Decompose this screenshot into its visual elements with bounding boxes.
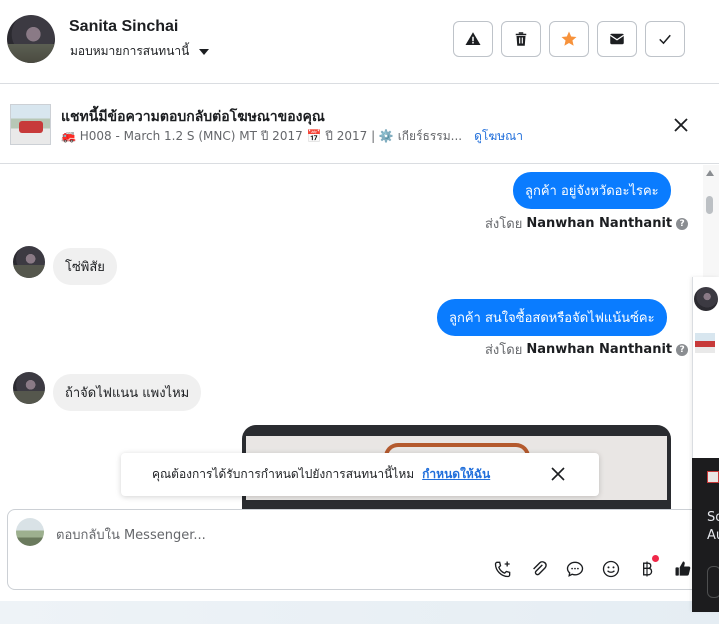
- close-icon: [674, 118, 688, 132]
- incoming-message[interactable]: ถ้าจัดไฟแนน แพงไหม: [53, 374, 202, 411]
- emoji-button[interactable]: [599, 557, 623, 581]
- scrollbar-thumb[interactable]: [706, 196, 713, 214]
- phone-plus-icon: [494, 561, 511, 578]
- side-contact-avatar[interactable]: [694, 287, 718, 311]
- trash-icon: [515, 32, 527, 46]
- ad-banner-title: แชทนี้มีข้อความตอบกลับต่อโฆษณาของคุณ: [61, 109, 325, 125]
- contact-avatar-small: [13, 372, 45, 404]
- assign-label: มอบหมายการสนทนานี้: [70, 44, 190, 58]
- mark-done-button[interactable]: [645, 21, 685, 57]
- help-icon[interactable]: ?: [676, 343, 689, 356]
- outgoing-message[interactable]: ลูกค้า อยู่จังหวัดอะไรคะ: [513, 172, 671, 209]
- page-avatar: [16, 518, 44, 546]
- message-composer[interactable]: ตอบกลับใน Messenger...: [7, 509, 703, 590]
- sent-by-label: ส่งโดย Nanwhan Nanthanit ?: [485, 339, 689, 360]
- attachment-icon: [533, 561, 547, 576]
- outgoing-message[interactable]: ลูกค้า สนใจซื้อสดหรือจัดไฟแน้นซ์คะ: [437, 299, 667, 336]
- payment-button[interactable]: [635, 555, 659, 581]
- side-card-icon: [707, 471, 719, 483]
- ad-description: 🚒 H008 - March 1.2 S (MNC) MT ปี 2017 📅 …: [61, 129, 463, 143]
- side-card-text-1: So: [707, 510, 719, 525]
- thumbs-up-icon: [675, 561, 691, 576]
- sent-by-prefix: ส่งโดย: [485, 343, 523, 358]
- delete-button[interactable]: [501, 21, 541, 57]
- assign-to-me-link[interactable]: กำหนดให้ฉัน: [422, 465, 490, 484]
- side-ad-thumbnail[interactable]: [695, 333, 715, 353]
- emoji-icon: [602, 560, 620, 578]
- assign-prompt-toast: คุณต้องการได้รับการกำหนดไปยังการสนทนานี้…: [121, 453, 599, 496]
- assign-prompt-text: คุณต้องการได้รับการกำหนดไปยังการสนทนานี้…: [152, 467, 415, 481]
- page-footer-band: [0, 601, 719, 624]
- close-icon[interactable]: [550, 466, 566, 482]
- header-actions: [453, 21, 685, 57]
- sent-by-prefix: ส่งโดย: [485, 217, 523, 232]
- chevron-down-icon: [199, 48, 210, 55]
- chat-bubble-icon: [566, 561, 584, 577]
- reply-input[interactable]: ตอบกลับใน Messenger...: [56, 524, 206, 545]
- sent-by-label: ส่งโดย Nanwhan Nanthanit ?: [485, 213, 689, 234]
- saved-replies-button[interactable]: [563, 557, 587, 581]
- check-icon: [659, 34, 671, 45]
- mark-unread-button[interactable]: [597, 21, 637, 57]
- assign-conversation-dropdown[interactable]: มอบหมายการสนทนานี้: [70, 42, 210, 61]
- contact-avatar[interactable]: [7, 15, 55, 63]
- star-button[interactable]: [549, 21, 589, 57]
- side-card-text-2: Au: [707, 528, 719, 543]
- ad-thumbnail[interactable]: [10, 104, 51, 145]
- mail-icon: [609, 33, 625, 45]
- sender-name: Nanwhan Nanthanit: [526, 342, 673, 357]
- incoming-message[interactable]: โซ่พิสัย: [53, 248, 117, 285]
- warning-icon: [465, 32, 481, 45]
- star-icon: [561, 31, 577, 46]
- baht-icon: [643, 561, 653, 577]
- contact-avatar-small: [13, 246, 45, 278]
- attach-button[interactable]: [527, 557, 551, 581]
- contact-name[interactable]: Sanita Sinchai: [69, 18, 178, 36]
- notification-dot: [652, 555, 659, 562]
- messenger-conversation-window: Sanita Sinchai มอบหมายการสนทนานี้ แชทนี้…: [0, 0, 719, 624]
- ad-banner-subtitle: 🚒 H008 - March 1.2 S (MNC) MT ปี 2017 📅 …: [61, 127, 523, 146]
- conversation-header: Sanita Sinchai มอบหมายการสนทนานี้: [0, 0, 719, 84]
- composer-toolbar: [491, 555, 695, 581]
- ad-reply-banner: แชทนี้มีข้อความตอบกลับต่อโฆษณาของคุณ 🚒 H…: [0, 84, 719, 164]
- close-banner-button[interactable]: [670, 114, 692, 136]
- scroll-up-arrow-icon[interactable]: [706, 170, 714, 176]
- view-ad-link[interactable]: ดูโฆษณา: [474, 127, 523, 146]
- add-call-button[interactable]: [491, 557, 515, 581]
- side-card-button[interactable]: [707, 566, 719, 598]
- help-icon[interactable]: ?: [676, 217, 689, 230]
- sender-name: Nanwhan Nanthanit: [526, 216, 673, 231]
- report-spam-button[interactable]: [453, 21, 493, 57]
